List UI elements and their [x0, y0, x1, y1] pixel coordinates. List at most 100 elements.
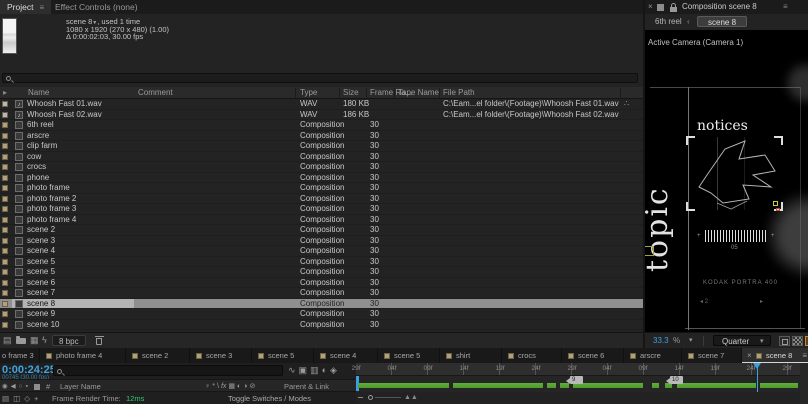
project-row[interactable]: ♪ Whoosh Fast 02.wav WAV 186 KB C:\Eam...el …: [0, 110, 643, 120]
layer-duration-bar[interactable]: [760, 383, 798, 388]
timeline-tab-scene-5[interactable]: scene 5: [378, 348, 440, 363]
project-list-header[interactable]: ▸ Name Comment Type Size Frame Ra... Tap…: [0, 87, 643, 99]
magnification-value[interactable]: 33.3: [653, 333, 669, 349]
label-color-chip[interactable]: [2, 311, 8, 317]
layer-bar-strip[interactable]: 9 10: [356, 376, 808, 392]
motion-blur-col-icon[interactable]: ◐: [237, 380, 241, 393]
label-color-chip[interactable]: [2, 248, 8, 254]
new-folder-icon[interactable]: [16, 336, 26, 344]
project-row[interactable]: photo frame 4 Composition 30: [0, 215, 643, 225]
solo-icon[interactable]: ○: [19, 380, 23, 393]
project-row[interactable]: cow Composition 30: [0, 152, 643, 162]
layer-duration-bar[interactable]: [573, 383, 643, 388]
comp-marker-10[interactable]: 10: [666, 376, 683, 384]
composition-tab-title[interactable]: Composition scene 8: [682, 0, 757, 14]
shy-icon[interactable]: ♀: [205, 380, 210, 393]
label-color-chip[interactable]: [2, 216, 8, 223]
comp-marker-9[interactable]: 9: [566, 376, 583, 384]
zoom-slider-knob[interactable]: [368, 395, 373, 400]
project-row[interactable]: scene 8 Composition 30: [0, 298, 643, 309]
new-composition-icon[interactable]: ▦: [30, 335, 39, 346]
frame-blend-col-icon[interactable]: ▦: [228, 380, 235, 393]
color-depth-button[interactable]: 8 bpc: [52, 335, 86, 346]
panel-menu-icon[interactable]: ≡: [39, 3, 44, 12]
column-size[interactable]: Size: [343, 87, 359, 99]
timeline-tab-scene-7[interactable]: scene 7: [682, 348, 742, 363]
project-row[interactable]: ♪ Whoosh Fast 01.wav WAV 180 KB C:\Eam...el …: [0, 99, 643, 110]
video-eye-icon[interactable]: ◉: [2, 380, 8, 393]
timeline-tab-scene-8[interactable]: × scene 8 ≡: [742, 348, 808, 363]
label-color-chip[interactable]: [2, 206, 8, 212]
label-color-chip[interactable]: [2, 269, 8, 275]
expand-inout-icon[interactable]: +: [34, 393, 38, 404]
project-row[interactable]: photo frame 3 Composition 30: [0, 204, 643, 215]
playhead-line[interactable]: [757, 363, 758, 392]
project-row[interactable]: scene 3 Composition 30: [0, 236, 643, 246]
project-row[interactable]: photo frame 2 Composition 30: [0, 194, 643, 204]
timeline-tab-scene-6[interactable]: scene 6: [562, 348, 624, 363]
draft-3d-icon[interactable]: ▣: [299, 365, 308, 376]
breadcrumb-current[interactable]: scene 8: [697, 16, 748, 27]
motion-blur-icon[interactable]: ◐: [322, 365, 327, 376]
timeline-tab-photo-frame-4[interactable]: photo frame 4: [40, 348, 126, 363]
expand-shy-icon[interactable]: ◫: [13, 393, 20, 404]
column-type[interactable]: Type: [300, 87, 317, 99]
lock-icon[interactable]: [670, 3, 677, 12]
label-color-chip[interactable]: [2, 132, 8, 139]
project-row[interactable]: scene 7 Composition 30: [0, 288, 643, 299]
column-comment[interactable]: Comment: [138, 87, 173, 99]
timeline-tab-arscre[interactable]: arscre: [624, 348, 682, 363]
panel-menu-icon[interactable]: ≡: [783, 0, 788, 14]
breadcrumb-parent[interactable]: 6th reel: [655, 14, 682, 30]
label-color-chip[interactable]: [2, 258, 8, 265]
close-icon[interactable]: ×: [747, 348, 752, 362]
parent-link-header[interactable]: Parent & Link: [284, 380, 329, 393]
project-row[interactable]: arscre Composition 30: [0, 131, 643, 141]
label-color-chip[interactable]: [2, 101, 8, 107]
expand-render-icon[interactable]: ▤: [2, 393, 9, 404]
label-color-chip[interactable]: [2, 174, 8, 181]
timeline-tab-shirt[interactable]: shirt: [440, 348, 502, 363]
adjustment-col-icon[interactable]: ◑: [243, 380, 247, 393]
label-color-chip[interactable]: [2, 290, 8, 296]
project-row[interactable]: photo frame Composition 30: [0, 183, 643, 194]
expand-transfer-icon[interactable]: ◇: [24, 393, 30, 404]
layer-name-header[interactable]: Layer Name: [60, 380, 101, 393]
layer-duration-bar[interactable]: [652, 383, 659, 388]
graph-editor-icon[interactable]: ◈: [330, 365, 337, 376]
quality-icon[interactable]: \: [217, 380, 219, 393]
timeline-tab-scene-2[interactable]: scene 2: [126, 348, 190, 363]
tab-menu-icon[interactable]: ≡: [802, 348, 807, 362]
close-icon[interactable]: ×: [648, 0, 653, 14]
project-row[interactable]: scene 10 Composition 30: [0, 320, 643, 330]
label-color-chip[interactable]: [2, 111, 8, 118]
mini-flowchart-icon[interactable]: ∿: [288, 365, 296, 376]
toggle-switches-modes-button[interactable]: Toggle Switches / Modes: [228, 393, 311, 404]
project-search-input[interactable]: [2, 73, 638, 83]
label-color-chip[interactable]: [2, 143, 8, 149]
time-ruler[interactable]: 29f 04f 09f 14f 19f 24f 29f 04f 09f 14f 19f 24f 29f: [351, 363, 808, 376]
zoom-out-icon[interactable]: [358, 397, 363, 398]
resolution-dropdown[interactable]: Quarter ▾: [713, 335, 771, 346]
timeline-scrollbar[interactable]: [800, 363, 808, 404]
label-color-chip[interactable]: [2, 300, 8, 307]
column-tape-name[interactable]: Tape Name: [398, 87, 439, 99]
label-color-chip[interactable]: [2, 321, 8, 328]
timeline-search-input[interactable]: [53, 365, 283, 376]
timeline-zoom-control[interactable]: ▲▲: [358, 394, 428, 404]
project-row[interactable]: scene 9 Composition 30: [0, 309, 643, 320]
project-row[interactable]: scene 4 Composition 30: [0, 246, 643, 257]
project-row[interactable]: phone Composition 30: [0, 173, 643, 183]
timeline-tab-scene-3[interactable]: scene 3: [190, 348, 252, 363]
layer-duration-bar[interactable]: [358, 383, 449, 388]
column-name[interactable]: Name: [28, 87, 49, 99]
timeline-tab-o-frame-3[interactable]: o frame 3: [0, 348, 40, 363]
project-row[interactable]: crocs Composition 30: [0, 162, 643, 173]
layer-duration-bar[interactable]: [453, 383, 543, 388]
timeline-tab-scene-4[interactable]: scene 4: [314, 348, 378, 363]
label-color-chip[interactable]: [2, 164, 8, 170]
label-color-chip[interactable]: [2, 237, 8, 244]
3d-col-icon[interactable]: ⊘: [249, 380, 255, 393]
audio-speaker-icon[interactable]: ◀: [11, 380, 16, 393]
anchor-point-handle[interactable]: [773, 201, 778, 206]
